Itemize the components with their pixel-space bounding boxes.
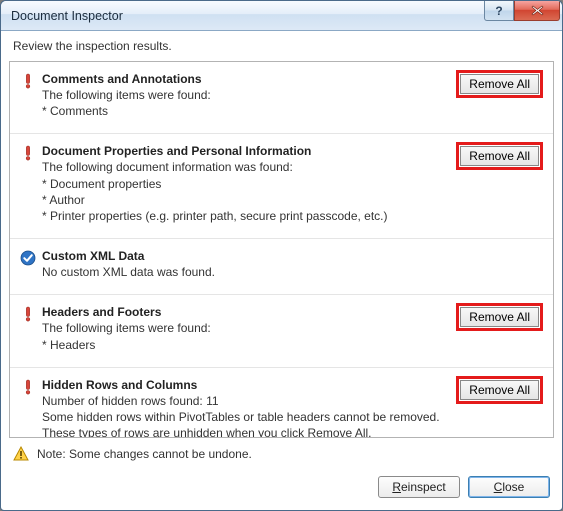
section-description: No custom XML data was found. <box>42 264 453 280</box>
close-button[interactable]: Close <box>468 476 550 498</box>
exclamation-icon <box>20 72 38 89</box>
section-title: Hidden Rows and Columns <box>42 378 453 392</box>
section-title: Document Properties and Personal Informa… <box>42 144 453 158</box>
inspection-section: Hidden Rows and ColumnsNumber of hidden … <box>10 367 553 437</box>
inspection-section: Comments and AnnotationsThe following it… <box>10 62 553 133</box>
section-title: Headers and Footers <box>42 305 453 319</box>
reinspect-button[interactable]: Reinspect <box>378 476 460 498</box>
subheader-text: Review the inspection results. <box>1 31 562 61</box>
results-list[interactable]: Comments and AnnotationsThe following it… <box>10 62 553 437</box>
section-description: The following document information was f… <box>42 159 453 224</box>
exclamation-icon <box>20 305 38 322</box>
remove-all-button[interactable]: Remove All <box>460 307 539 327</box>
footer-note: Note: Some changes cannot be undone. <box>1 438 562 470</box>
inspection-section: Document Properties and Personal Informa… <box>10 133 553 238</box>
section-description: The following items were found: * Commen… <box>42 87 453 119</box>
warning-triangle-icon <box>13 446 29 462</box>
footer-buttons: Reinspect Close <box>1 470 562 510</box>
window-title: Document Inspector <box>11 9 123 23</box>
remove-all-button[interactable]: Remove All <box>460 380 539 400</box>
titlebar: Document Inspector ? <box>1 1 562 31</box>
section-description: Number of hidden rows found: 11 Some hid… <box>42 393 453 437</box>
section-title: Comments and Annotations <box>42 72 453 86</box>
results-area: Comments and AnnotationsThe following it… <box>9 61 554 438</box>
window-controls: ? <box>484 1 560 21</box>
inspection-section: Headers and FootersThe following items w… <box>10 294 553 366</box>
check-circle-icon <box>20 249 38 266</box>
remove-all-highlight: Remove All <box>456 142 543 170</box>
remove-all-highlight: Remove All <box>456 376 543 404</box>
remove-all-highlight: Remove All <box>456 303 543 331</box>
exclamation-icon <box>20 144 38 161</box>
section-description: The following items were found: * Header… <box>42 320 453 352</box>
document-inspector-dialog: Document Inspector ? Review the inspecti… <box>0 0 563 511</box>
inspection-section: Custom XML DataNo custom XML data was fo… <box>10 238 553 294</box>
help-button[interactable]: ? <box>484 1 514 21</box>
exclamation-icon <box>20 378 38 395</box>
footer-note-text: Note: Some changes cannot be undone. <box>37 447 252 461</box>
remove-all-button[interactable]: Remove All <box>460 146 539 166</box>
remove-all-highlight: Remove All <box>456 70 543 98</box>
section-title: Custom XML Data <box>42 249 453 263</box>
close-icon <box>531 5 544 16</box>
window-close-button[interactable] <box>514 1 560 21</box>
remove-all-button[interactable]: Remove All <box>460 74 539 94</box>
